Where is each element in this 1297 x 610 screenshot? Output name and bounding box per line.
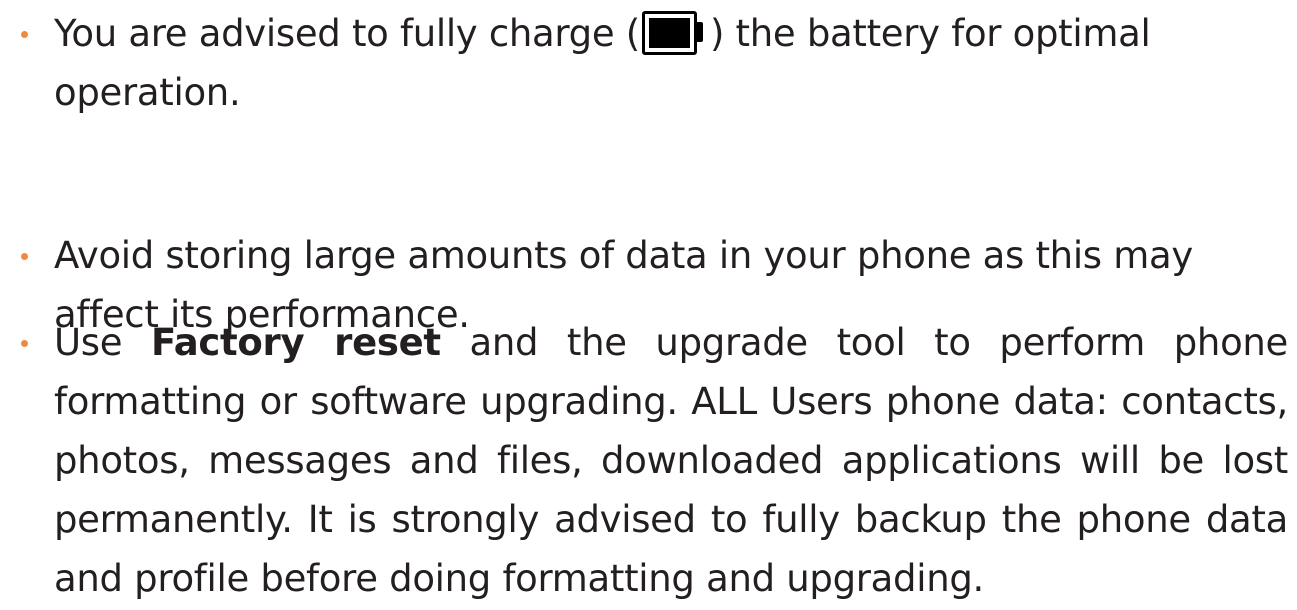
list-item-reset-advice: Use Factory reset and the upgrade tool t… (21, 313, 1288, 608)
charge-text-before: You are advised to fully charge ( (54, 12, 640, 55)
factory-reset-term: Factory reset (150, 321, 441, 364)
bullet-icon (21, 31, 28, 38)
reset-text-prefix: Use (54, 321, 151, 364)
document-page: You are advised to fully charge () the b… (0, 0, 1297, 610)
list-item-charge-advice: You are advised to fully charge () the b… (21, 4, 1288, 122)
bullet-icon (21, 253, 28, 260)
bullet-icon (21, 340, 28, 347)
battery-full-icon (641, 11, 706, 55)
